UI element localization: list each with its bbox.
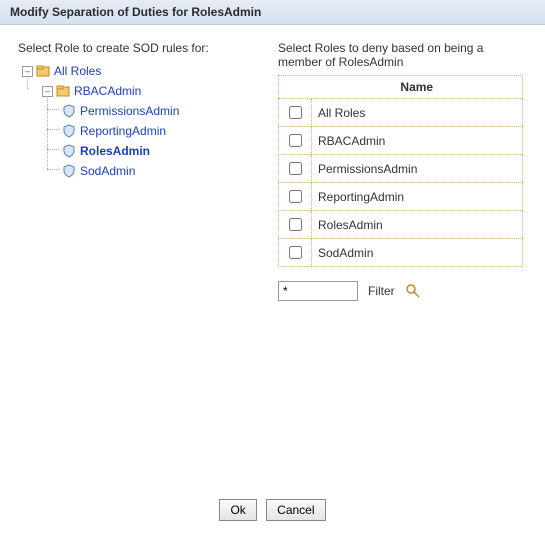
tree-collapse-icon[interactable]: –	[22, 66, 33, 77]
search-icon[interactable]	[405, 283, 421, 299]
deny-role-name: PermissionsAdmin	[312, 155, 523, 183]
shield-icon	[62, 104, 76, 118]
deny-role-name: ReportingAdmin	[312, 183, 523, 211]
table-row: PermissionsAdmin	[279, 155, 523, 183]
table-row: RolesAdmin	[279, 211, 523, 239]
column-header-checkbox	[279, 76, 312, 99]
deny-checkbox[interactable]	[289, 246, 302, 259]
deny-checkbox[interactable]	[289, 134, 302, 147]
filter-label: Filter	[368, 284, 395, 298]
shield-icon	[62, 124, 76, 138]
deny-role-name: RBACAdmin	[312, 127, 523, 155]
deny-role-name: SodAdmin	[312, 239, 523, 267]
ok-button[interactable]: Ok	[219, 499, 256, 521]
filter-input[interactable]	[278, 281, 358, 301]
deny-checkbox[interactable]	[289, 190, 302, 203]
shield-icon	[62, 164, 76, 178]
deny-checkbox[interactable]	[289, 106, 302, 119]
table-row: All Roles	[279, 99, 523, 127]
cancel-button[interactable]: Cancel	[266, 499, 325, 521]
role-tree: – All Roles – RBACAdmin PermissionsAdmin	[18, 61, 268, 181]
table-row: SodAdmin	[279, 239, 523, 267]
shield-icon	[62, 144, 76, 158]
tree-node-permissionsadmin[interactable]: PermissionsAdmin	[80, 104, 179, 118]
tree-node-all-roles[interactable]: All Roles	[54, 64, 101, 78]
dialog-buttons: Ok Cancel	[0, 489, 545, 551]
tree-node-rbacadmin[interactable]: RBACAdmin	[74, 84, 141, 98]
deny-checkbox[interactable]	[289, 218, 302, 231]
table-row: ReportingAdmin	[279, 183, 523, 211]
tree-node-reportingadmin[interactable]: ReportingAdmin	[80, 124, 166, 138]
tree-collapse-icon[interactable]: –	[42, 86, 53, 97]
right-label: Select Roles to deny based on being a me…	[278, 41, 523, 69]
folder-icon	[56, 84, 70, 98]
deny-checkbox[interactable]	[289, 162, 302, 175]
tree-node-sodadmin[interactable]: SodAdmin	[80, 164, 135, 178]
tree-node-rolesadmin[interactable]: RolesAdmin	[80, 144, 150, 158]
folder-icon	[36, 64, 50, 78]
dialog-title: Modify Separation of Duties for RolesAdm…	[0, 0, 545, 25]
deny-roles-table: Name All Roles RBACAdmin PermissionsAdmi…	[278, 75, 523, 267]
left-label: Select Role to create SOD rules for:	[18, 41, 268, 55]
deny-role-name: All Roles	[312, 99, 523, 127]
column-header-name: Name	[312, 76, 523, 99]
deny-role-name: RolesAdmin	[312, 211, 523, 239]
table-row: RBACAdmin	[279, 127, 523, 155]
